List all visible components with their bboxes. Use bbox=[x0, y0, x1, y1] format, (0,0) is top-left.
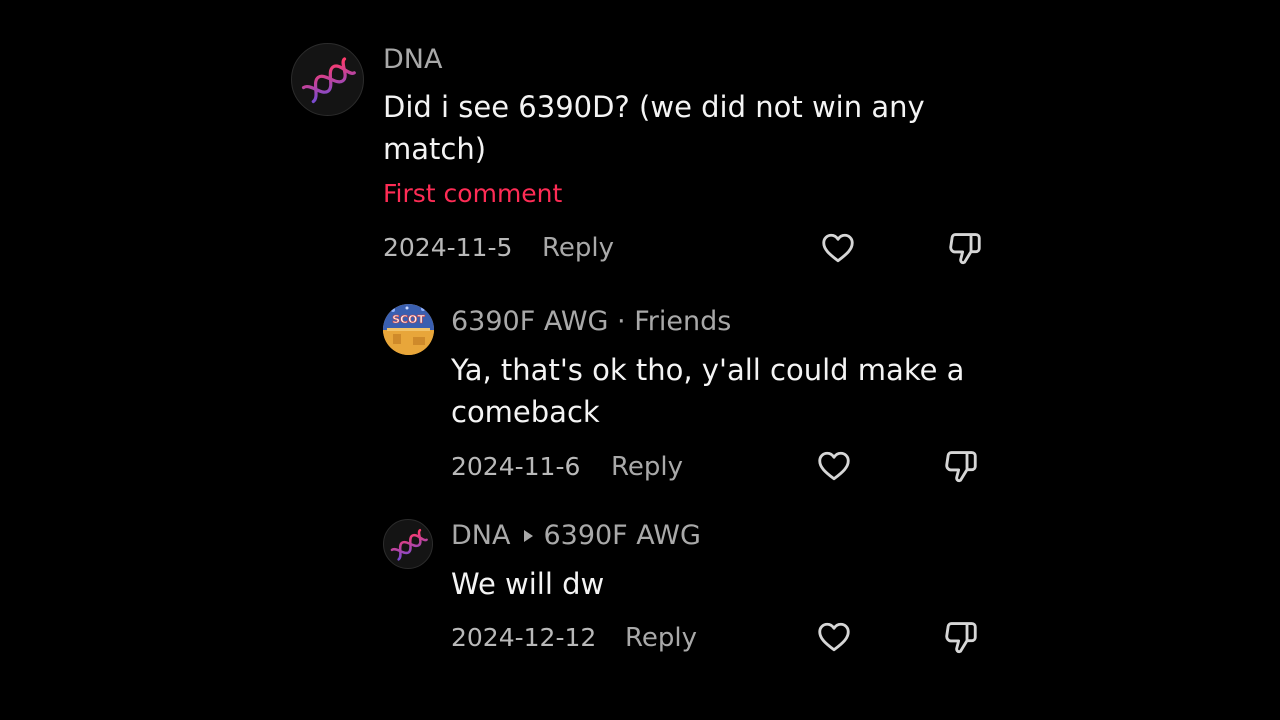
comment-text: Did i see 6390D? (we did not win any mat… bbox=[383, 90, 925, 166]
thumbs-down-icon[interactable] bbox=[942, 447, 980, 485]
reply-button[interactable]: Reply bbox=[542, 232, 614, 264]
comment-author[interactable]: DNA bbox=[451, 520, 510, 551]
dna-avatar[interactable] bbox=[383, 519, 433, 569]
dna-helix-icon bbox=[390, 528, 428, 561]
reply-arrow-icon bbox=[524, 529, 534, 542]
friends-label: · Friends bbox=[617, 306, 732, 337]
comment-date: 2024-12-12 bbox=[451, 623, 597, 652]
heart-icon[interactable] bbox=[815, 619, 853, 655]
comment-date: 2024-11-5 bbox=[383, 233, 513, 262]
reply-header: DNA 6390F AWG bbox=[451, 519, 701, 553]
scot-avatar[interactable]: SCOT bbox=[383, 304, 434, 355]
reply-button[interactable]: Reply bbox=[625, 622, 697, 654]
comment-text: We will dw bbox=[451, 567, 605, 601]
reply-button[interactable]: Reply bbox=[611, 451, 683, 483]
comment-text: Ya, that's ok tho, y'all could make a co… bbox=[451, 353, 965, 429]
dna-avatar[interactable] bbox=[291, 43, 364, 116]
comment-thread: DNA Did i see 6390D? (we did not win any… bbox=[0, 0, 1280, 720]
scot-court-avatar: SCOT bbox=[383, 304, 434, 355]
dna-helix-icon bbox=[301, 57, 356, 104]
first-comment-badge: First comment bbox=[383, 179, 563, 208]
heart-icon[interactable] bbox=[819, 230, 857, 266]
reply-header: 6390F AWG · Friends bbox=[451, 305, 731, 339]
thumbs-down-icon[interactable] bbox=[946, 229, 984, 267]
avatar-lettering: SCOT bbox=[392, 313, 425, 326]
replied-to-author[interactable]: 6390F AWG bbox=[543, 520, 700, 551]
comment-author[interactable]: 6390F AWG bbox=[451, 306, 608, 337]
comment-date: 2024-11-6 bbox=[451, 452, 581, 481]
comment-author[interactable]: DNA bbox=[383, 43, 442, 77]
thumbs-down-icon[interactable] bbox=[942, 618, 980, 656]
heart-icon[interactable] bbox=[815, 448, 853, 484]
